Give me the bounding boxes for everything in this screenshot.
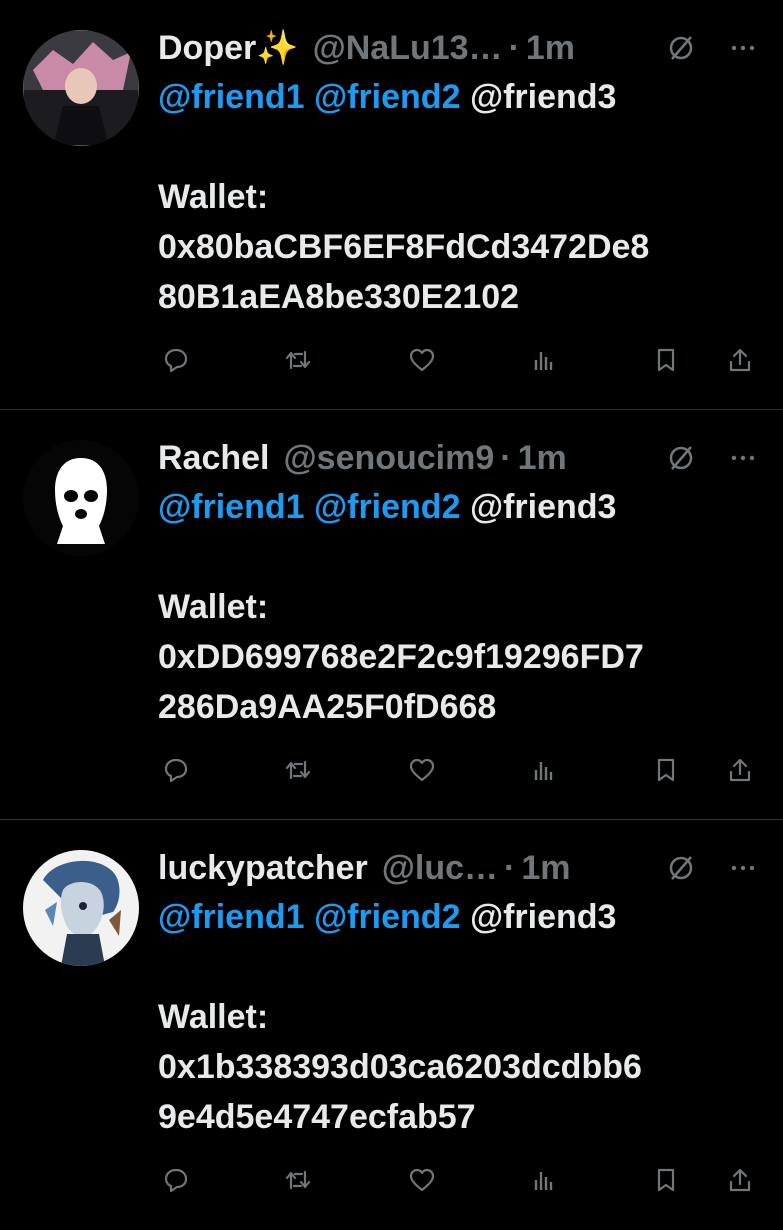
wallet-label: Wallet:	[158, 178, 269, 216]
display-name[interactable]: Rachel	[158, 436, 270, 480]
tweet-card[interactable]: luckypatcher @luc… · 1m @friend1 @friend…	[0, 820, 783, 1230]
grok-icon[interactable]	[659, 846, 703, 890]
tweet-feed: Doper ✨ @NaLu13… · 1m @friend1 @friend2 …	[0, 0, 783, 1230]
like-icon[interactable]	[400, 1158, 444, 1202]
timestamp[interactable]: 1m	[521, 846, 570, 890]
wallet-label: Wallet:	[158, 588, 269, 626]
tweet-actions	[150, 338, 765, 382]
avatar[interactable]	[23, 30, 139, 146]
separator: ·	[504, 849, 516, 887]
tweet-header: Rachel @senoucim9 · 1m	[158, 436, 633, 480]
ski-mask-avatar-icon	[23, 440, 139, 556]
user-handle[interactable]: @NaLu13…	[313, 26, 503, 70]
tweet-text: @friend1 @friend2 @friend3 Wallet: 0x80b…	[158, 72, 763, 322]
tweet-header: Doper ✨ @NaLu13… · 1m	[158, 26, 633, 70]
separator: ·	[500, 439, 512, 477]
wallet-address-line: 0x80baCBF6EF8FdCd3472De8	[158, 228, 650, 266]
like-icon[interactable]	[400, 338, 444, 382]
display-name[interactable]: Doper	[158, 26, 256, 70]
separator: ·	[508, 29, 520, 67]
bookmark-icon[interactable]	[644, 1158, 688, 1202]
more-icon[interactable]	[721, 846, 765, 890]
tweet-card[interactable]: Doper ✨ @NaLu13… · 1m @friend1 @friend2 …	[0, 0, 783, 410]
more-icon[interactable]	[721, 436, 765, 480]
retweet-icon[interactable]	[276, 338, 320, 382]
timestamp[interactable]: 1m	[526, 26, 575, 70]
mention-text: @friend3	[469, 898, 617, 936]
sparkles-emoji: ✨	[256, 29, 299, 67]
tweet-actions	[150, 748, 765, 792]
tweet-text: @friend1 @friend2 @friend3 Wallet: 0x1b3…	[158, 892, 763, 1142]
reply-icon[interactable]	[154, 338, 198, 382]
user-handle[interactable]: @senoucim9	[284, 436, 495, 480]
mention-line: @friend1 @friend2 @friend3	[158, 892, 763, 942]
like-icon[interactable]	[400, 748, 444, 792]
views-icon[interactable]	[522, 748, 566, 792]
wallet-address-line: 80B1aEA8be330E2102	[158, 278, 520, 316]
mention-link[interactable]: @friend2	[314, 898, 461, 936]
mention-link[interactable]: @friend1	[158, 898, 305, 936]
display-name[interactable]: luckypatcher	[158, 846, 368, 890]
mention-link[interactable]: @friend2	[314, 78, 461, 116]
mention-line: @friend1 @friend2 @friend3	[158, 482, 763, 532]
wallet-address-line: 286Da9AA25F0fD668	[158, 688, 497, 726]
cyborg-art-avatar-icon	[23, 850, 139, 966]
timestamp[interactable]: 1m	[518, 436, 567, 480]
more-icon[interactable]	[721, 26, 765, 70]
wallet-address-line: 9e4d5e4747ecfab57	[158, 1098, 476, 1136]
user-handle[interactable]: @luc…	[382, 846, 498, 890]
avatar[interactable]	[23, 440, 139, 556]
tweet-text: @friend1 @friend2 @friend3 Wallet: 0xDD6…	[158, 482, 763, 732]
bookmark-icon[interactable]	[644, 748, 688, 792]
mention-link[interactable]: @friend2	[314, 488, 461, 526]
wallet-address-line: 0x1b338393d03ca6203dcdbb6	[158, 1048, 642, 1086]
tweet-card[interactable]: Rachel @senoucim9 · 1m @friend1 @friend2…	[0, 410, 783, 820]
reply-icon[interactable]	[154, 748, 198, 792]
mention-line: @friend1 @friend2 @friend3	[158, 72, 763, 122]
tweet-actions	[150, 1158, 765, 1202]
mention-link[interactable]: @friend1	[158, 78, 305, 116]
mention-text: @friend3	[469, 78, 617, 116]
grok-icon[interactable]	[659, 436, 703, 480]
grok-icon[interactable]	[659, 26, 703, 70]
share-icon[interactable]	[718, 748, 762, 792]
avatar[interactable]	[23, 850, 139, 966]
wallet-address-line: 0xDD699768e2F2c9f19296FD7	[158, 638, 644, 676]
reply-icon[interactable]	[154, 1158, 198, 1202]
retweet-icon[interactable]	[276, 748, 320, 792]
mention-link[interactable]: @friend1	[158, 488, 305, 526]
wallet-label: Wallet:	[158, 998, 269, 1036]
share-icon[interactable]	[718, 1158, 762, 1202]
bookmark-icon[interactable]	[644, 338, 688, 382]
retweet-icon[interactable]	[276, 1158, 320, 1202]
views-icon[interactable]	[522, 1158, 566, 1202]
tweet-header: luckypatcher @luc… · 1m	[158, 846, 633, 890]
anime-character-avatar-icon	[23, 30, 139, 146]
share-icon[interactable]	[718, 338, 762, 382]
views-icon[interactable]	[522, 338, 566, 382]
mention-text: @friend3	[469, 488, 617, 526]
